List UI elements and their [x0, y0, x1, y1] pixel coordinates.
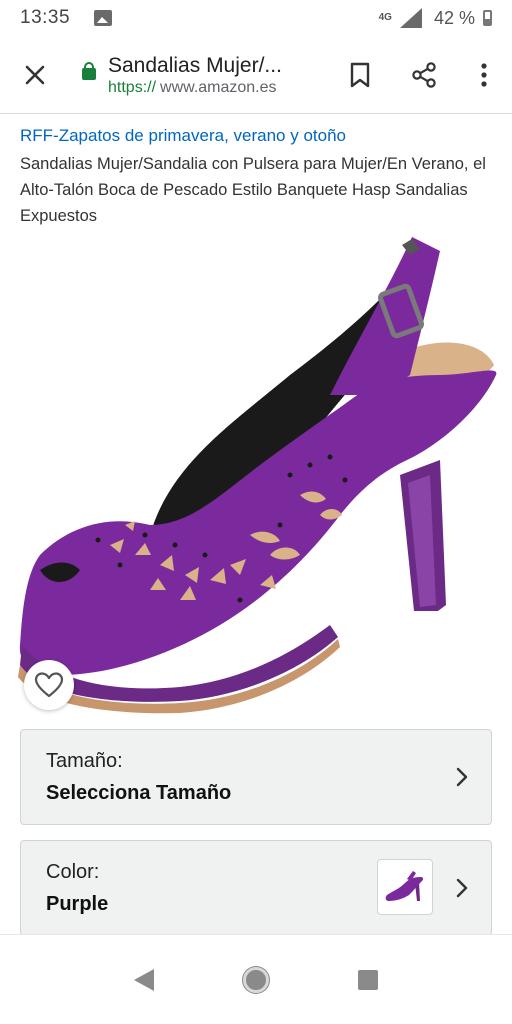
brand-link[interactable]: RFF-Zapatos de primavera, verano y otoño — [20, 126, 346, 146]
battery-icon — [483, 10, 492, 26]
network-type: 4G — [378, 12, 392, 23]
url-scheme: https:// — [108, 78, 157, 96]
status-time: 13:35 — [20, 7, 71, 28]
signal-icon — [399, 8, 422, 28]
status-bar: 13:35 4G 42 % — [0, 0, 512, 36]
recents-icon[interactable] — [357, 969, 378, 990]
page-title: Sandalias Mujer/... — [108, 53, 282, 77]
size-label: Tamaño: — [46, 750, 123, 772]
color-selector[interactable]: Color: Purple — [20, 840, 492, 936]
size-value: Selecciona Tamaño — [46, 782, 232, 804]
browser-page: 13:35 4G 42 % Sandalias Mujer/... https:… — [0, 0, 512, 1024]
close-tab-button[interactable] — [0, 36, 70, 114]
purple-high-heel-sandal-image — [18, 237, 497, 714]
system-nav-bar — [0, 934, 512, 1024]
chevron-right-icon — [456, 878, 468, 898]
image-icon — [94, 10, 113, 26]
product-image[interactable] — [0, 225, 512, 715]
home-icon[interactable] — [242, 966, 269, 993]
close-icon — [25, 65, 45, 84]
wishlist-button[interactable] — [24, 660, 74, 710]
color-label: Color: — [46, 861, 100, 883]
url-host: www.amazon.es — [160, 78, 277, 96]
color-swatch[interactable] — [377, 859, 433, 915]
heart-icon — [34, 672, 64, 698]
status-right: 4G 42 % — [379, 8, 492, 29]
bookmark-icon — [350, 62, 370, 87]
size-selector[interactable]: Tamaño: Selecciona Tamaño — [20, 729, 492, 825]
browser-toolbar: Sandalias Mujer/... https://www.amazon.e… — [0, 36, 512, 114]
url-block[interactable]: Sandalias Mujer/... https://www.amazon.e… — [70, 53, 328, 97]
share-button[interactable] — [392, 36, 456, 114]
color-value: Purple — [46, 893, 109, 915]
chevron-right-icon — [456, 767, 468, 787]
lock-icon — [82, 62, 96, 80]
bookmark-button[interactable] — [328, 36, 392, 114]
purple-sandal-thumbnail-icon — [385, 871, 424, 901]
product-title: Sandalias Mujer/Sandalia con Pulsera par… — [20, 155, 486, 225]
more-vert-icon — [481, 62, 487, 87]
battery-percent: 42 % — [433, 7, 475, 28]
url-row: https://www.amazon.es — [70, 79, 328, 97]
more-options-button[interactable] — [456, 36, 512, 114]
share-icon — [412, 61, 436, 88]
back-icon[interactable] — [134, 968, 155, 991]
